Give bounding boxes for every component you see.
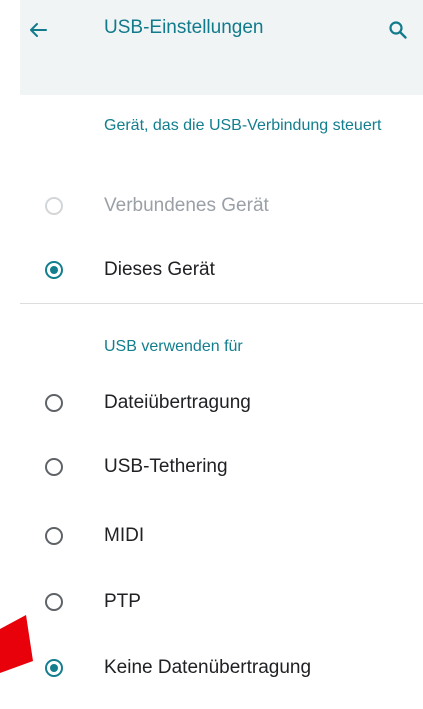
- radio-button[interactable]: [45, 593, 63, 611]
- option-connected-device: Verbundenes Gerät: [20, 175, 423, 237]
- radio-button[interactable]: [45, 527, 63, 545]
- option-usb-tethering[interactable]: USB-Tethering: [20, 436, 423, 498]
- option-label: USB-Tethering: [104, 456, 228, 477]
- option-label: Dieses Gerät: [104, 259, 215, 280]
- option-label: Keine Datenübertragung: [104, 657, 312, 678]
- radio-dot: [50, 266, 58, 274]
- radio-button[interactable]: [45, 458, 63, 476]
- arrow-back-icon: [30, 23, 47, 37]
- back-button[interactable]: [20, 12, 56, 48]
- section-title-usb-controller: Gerät, das die USB-Verbindung steuert: [104, 117, 382, 134]
- section-title-usb-use-for: USB verwenden für: [104, 338, 243, 355]
- option-label: PTP: [104, 591, 141, 612]
- radio-button[interactable]: [45, 394, 63, 412]
- search-icon: [389, 21, 407, 39]
- app-bar: [20, 0, 423, 95]
- page-title: USB-Einstellungen: [104, 17, 264, 38]
- option-no-data-transfer[interactable]: Keine Datenübertragung: [20, 637, 423, 699]
- option-ptp[interactable]: PTP: [20, 571, 423, 633]
- option-this-device[interactable]: Dieses Gerät: [20, 239, 423, 301]
- radio-dot: [50, 664, 58, 672]
- pointer-arrow-icon: [0, 615, 33, 673]
- option-label: Dateiübertragung: [104, 392, 251, 413]
- usb-settings-screen: USB-Einstellungen Gerät, das die USB-Ver…: [0, 0, 423, 709]
- search-button[interactable]: [380, 12, 416, 48]
- option-label: Verbundenes Gerät: [104, 195, 269, 216]
- option-midi[interactable]: MIDI: [20, 505, 423, 567]
- radio-button: [45, 197, 63, 215]
- radio-button-checked[interactable]: [45, 659, 63, 677]
- option-label: MIDI: [104, 525, 145, 546]
- radio-button-checked[interactable]: [45, 261, 63, 279]
- section-divider: [20, 303, 423, 304]
- option-file-transfer[interactable]: Dateiübertragung: [20, 372, 423, 434]
